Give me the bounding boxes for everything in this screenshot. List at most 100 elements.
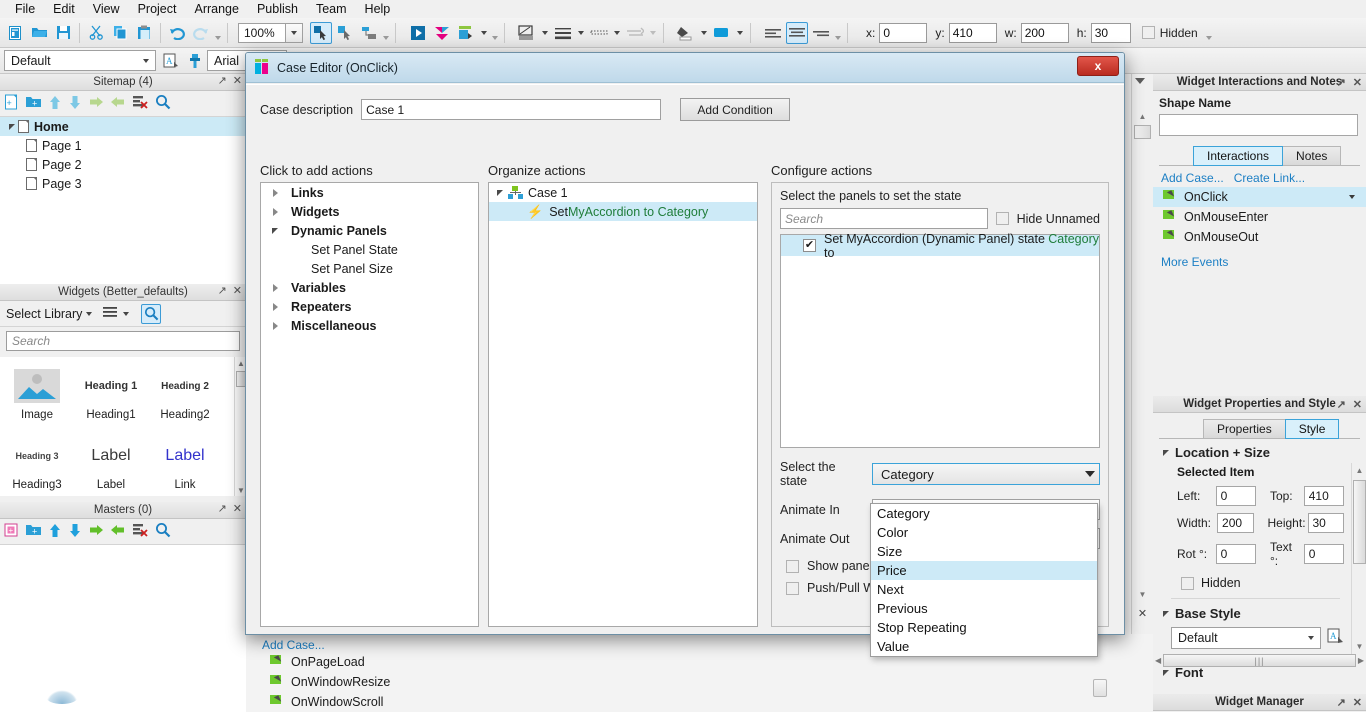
sitemap-close-icon[interactable]: ✕ [233,75,242,87]
new-file-icon[interactable] [4,22,26,44]
preview-icon[interactable] [407,22,429,44]
toolbar-overflow-icon[interactable] [1204,22,1214,44]
share-icon[interactable] [455,22,477,44]
event-onmouseout[interactable]: OnMouseOut [1153,227,1366,247]
state-option-category[interactable]: Category [871,504,1097,523]
action-group-miscellaneous[interactable]: Miscellaneous [261,316,478,335]
tab-properties[interactable]: Properties [1203,419,1286,439]
tab-notes[interactable]: Notes [1282,146,1342,166]
toolbar-overflow-icon[interactable] [490,22,500,44]
masters-maximize-icon[interactable]: ↗ [218,503,227,515]
hidden-checkbox[interactable] [1181,576,1194,590]
menu-item-file[interactable]: File [6,0,44,18]
widget-item-heading1[interactable]: Heading 1 Heading1 [74,363,148,433]
select-library-label[interactable]: Select Library [6,307,82,321]
panel-row-checkbox[interactable] [803,239,816,252]
shape-name-input[interactable] [1159,114,1358,136]
fill-dropdown-icon[interactable] [542,30,548,35]
manager-maximize-icon[interactable]: ↗ [1337,696,1346,709]
collapse-icon[interactable] [272,227,278,234]
hidden-checkbox[interactable] [1141,26,1155,39]
menu-item-help[interactable]: Help [356,0,400,18]
select-state-dropdown[interactable]: Category [872,463,1100,485]
redo-icon[interactable] [190,22,212,44]
action-set-panel-state[interactable]: Set Panel State [261,240,478,259]
delete-master-icon[interactable] [132,523,149,541]
sitemap-node-page-2[interactable]: Page 2 [0,155,246,174]
x-input[interactable]: 0 [879,22,928,43]
action-set-panel-size[interactable]: Set Panel Size [261,259,478,278]
dialog-scroll-nub[interactable] [1093,679,1107,697]
fill-style-icon[interactable] [516,22,538,44]
canvas-scrollbar-thumb[interactable] [1134,125,1151,139]
manager-close-icon[interactable]: ✕ [1353,696,1362,709]
sitemap-maximize-icon[interactable]: ↗ [218,75,227,87]
state-option-value[interactable]: Value [871,637,1097,656]
width-input[interactable]: 200 [1217,513,1254,533]
sitemap-node-home[interactable]: Home [0,117,246,136]
paste-icon[interactable] [133,22,155,44]
scroll-down-icon[interactable]: ▼ [1352,639,1366,654]
state-dropdown-list[interactable]: Category Color Size Price Next Previous … [870,503,1098,657]
sitemap-tree[interactable]: Home Page 1 Page 2 Page 3 [0,117,246,284]
case-description-input[interactable]: Case 1 [361,99,662,120]
publish-icon[interactable] [431,22,453,44]
rotation-input[interactable]: 0 [1215,544,1256,564]
menu-item-project[interactable]: Project [129,0,186,18]
toolbar-overflow-icon[interactable] [381,22,391,44]
more-events-link[interactable]: More Events [1161,255,1228,269]
search-masters-icon[interactable] [155,522,171,541]
create-link-link[interactable]: Create Link... [1234,171,1305,185]
widget-item-label[interactable]: Label Label [74,433,148,503]
base-style-section[interactable]: Base Style [1163,606,1344,621]
action-group-widgets[interactable]: Widgets [261,202,478,221]
hide-unnamed-checkbox[interactable] [995,212,1009,225]
action-group-dynamic-panels[interactable]: Dynamic Panels [261,221,478,240]
widgets-close-icon[interactable]: ✕ [233,285,242,297]
tab-interactions[interactable]: Interactions [1193,146,1284,166]
page-event-onwindowscroll[interactable]: OnWindowScroll [246,692,1153,712]
align-right-icon[interactable] [810,22,832,44]
properties-scrollbar-thumb[interactable] [1353,480,1366,564]
sitemap-node-page-3[interactable]: Page 3 [0,174,246,193]
widget-item-heading3[interactable]: Heading 3 Heading3 [0,433,74,503]
organize-actions-list[interactable]: Case 1 ⚡ Set MyAccordion to Category [488,182,758,627]
canvas-scrollbar[interactable]: ▲ ▼ ✕ [1131,74,1153,634]
canvas-scroll-chevron-icon[interactable] [1135,78,1145,84]
show-panel-checkbox[interactable] [786,559,799,573]
shadow-dropdown-icon[interactable] [737,30,743,35]
section-collapse-icon[interactable] [1163,610,1169,617]
expand-collapse-icon[interactable] [6,123,18,130]
organize-case-row[interactable]: Case 1 [489,183,757,202]
save-file-icon[interactable] [52,22,74,44]
fill-color-icon[interactable] [675,22,697,44]
zoom-level-input[interactable]: 100% [238,22,286,43]
push-pull-checkbox[interactable] [786,581,799,595]
action-group-repeaters[interactable]: Repeaters [261,297,478,316]
scroll-up-icon[interactable]: ▲ [1134,110,1151,122]
menu-item-edit[interactable]: Edit [44,0,84,18]
edit-style-icon[interactable]: A [160,50,182,72]
move-down-icon[interactable] [68,523,82,541]
undo-icon[interactable] [166,22,188,44]
canvas-close-icon[interactable]: ✕ [1134,606,1151,620]
tab-style[interactable]: Style [1284,419,1340,439]
pen-tool-icon[interactable] [358,22,380,44]
scroll-down-icon[interactable]: ▼ [1134,588,1151,600]
widget-manager-header[interactable]: Widget Manager ↗ ✕ [1153,694,1366,711]
state-option-next[interactable]: Next [871,580,1097,599]
dialog-close-button[interactable]: x [1077,56,1119,76]
state-option-color[interactable]: Color [871,523,1097,542]
line-style-icon[interactable] [588,22,610,44]
add-condition-button[interactable]: Add Condition [680,98,791,121]
add-folder-icon[interactable]: + [25,523,42,540]
w-input[interactable]: 200 [1020,22,1069,43]
toolbar-overflow-icon[interactable] [833,22,843,44]
widget-item-heading2[interactable]: Heading 2 Heading2 [148,363,222,433]
outdent-icon[interactable] [110,523,126,540]
expand-icon[interactable] [272,207,278,216]
menu-item-publish[interactable]: Publish [248,0,307,18]
interactions-maximize-icon[interactable]: ↗ [1337,76,1346,89]
state-option-price[interactable]: Price [871,561,1097,580]
cut-icon[interactable] [85,22,107,44]
